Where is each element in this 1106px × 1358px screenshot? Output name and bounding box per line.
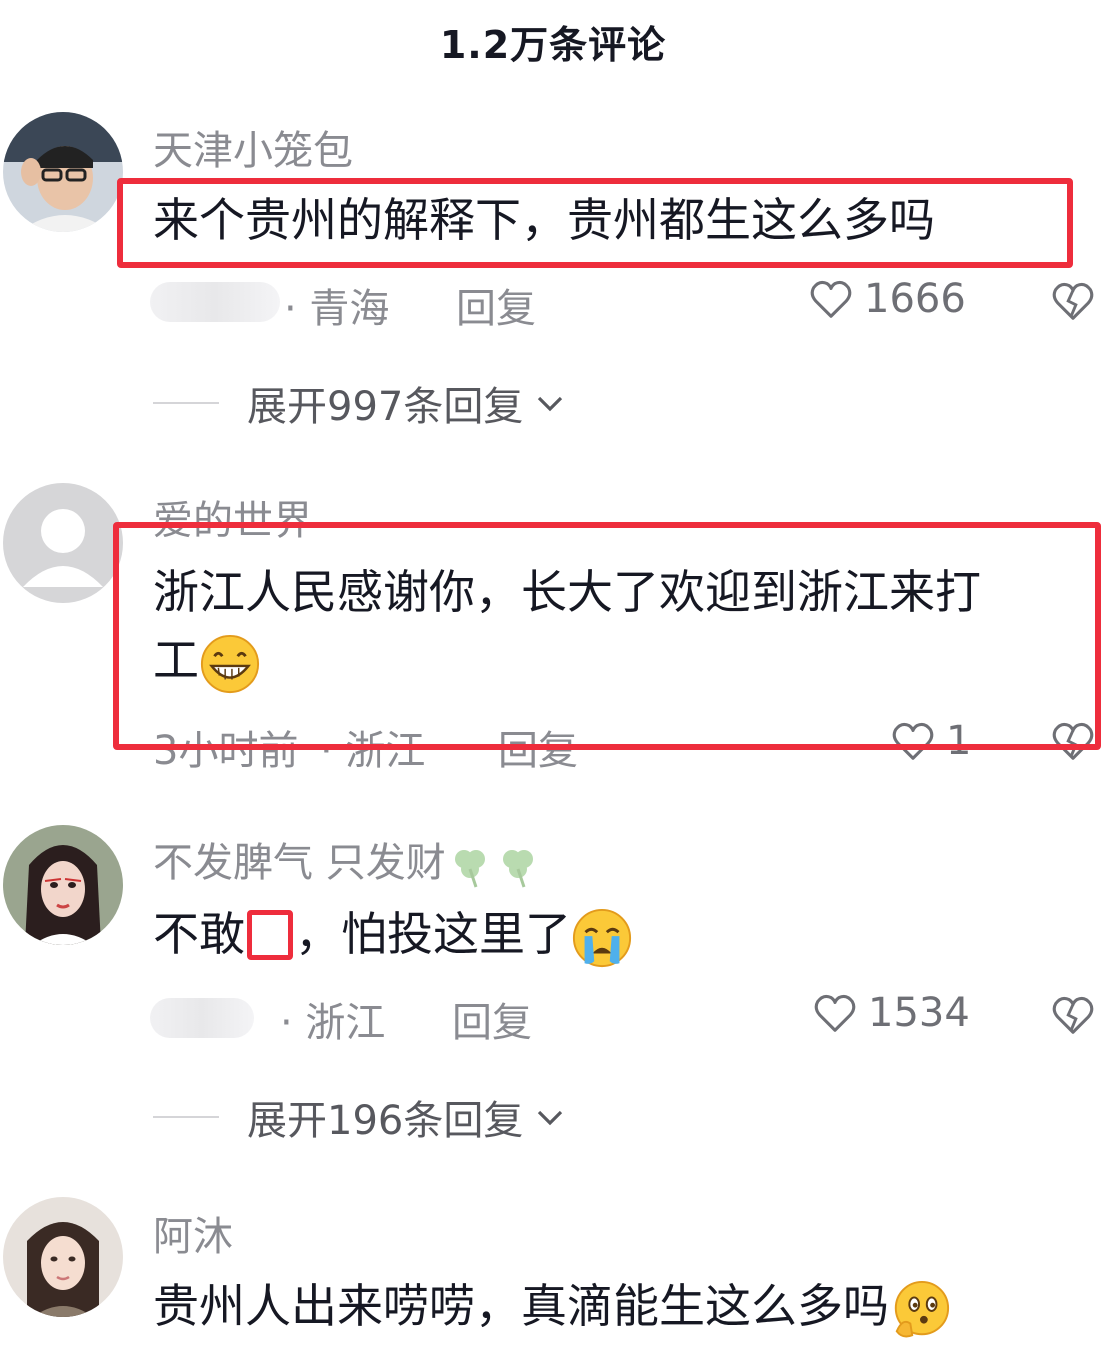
- divider-line: [153, 1116, 219, 1118]
- blurred-date: [150, 282, 280, 322]
- broken-heart-icon[interactable]: [1050, 278, 1096, 324]
- comment-text: 不敢 ，怕投这里了: [153, 902, 633, 969]
- chevron-down-icon: [538, 1110, 563, 1126]
- censored-character-box: [247, 909, 293, 960]
- comment-count-title: 1.2万条评论: [439, 23, 667, 67]
- clover-icon: [454, 850, 485, 888]
- comment-text: 贵州人出来唠唠，真滴能生这么多吗: [153, 1274, 951, 1341]
- crying-emoji-icon: [572, 908, 632, 967]
- blurred-date: [150, 998, 254, 1038]
- comment-username[interactable]: 天津小笼包: [153, 118, 353, 176]
- chevron-down-icon: [538, 396, 563, 412]
- avatar[interactable]: [3, 825, 123, 945]
- divider-line: [153, 402, 219, 404]
- highlight-mask: [119, 528, 1095, 744]
- comment-username[interactable]: 阿沐: [153, 1204, 233, 1262]
- clover-icon: [502, 850, 533, 888]
- reply-button[interactable]: 回复: [456, 276, 536, 334]
- reply-button[interactable]: 回复: [452, 990, 532, 1048]
- heart-outline-icon: [810, 280, 852, 318]
- avatar[interactable]: [3, 483, 123, 603]
- comment-username[interactable]: 不发脾气 只发财: [153, 830, 542, 889]
- comment-location: · 青海: [284, 286, 390, 332]
- expand-replies-button[interactable]: 展开196条回复: [153, 1088, 567, 1146]
- avatar[interactable]: [3, 1197, 123, 1317]
- highlight-box: [117, 178, 1073, 268]
- broken-heart-icon[interactable]: [1050, 992, 1096, 1038]
- heart-outline-icon: [814, 994, 856, 1032]
- expand-replies-label: 展开196条回复: [247, 1098, 524, 1144]
- expand-replies-button[interactable]: 展开997条回复: [153, 374, 567, 432]
- like-count: 1666: [864, 276, 966, 322]
- avatar[interactable]: [3, 112, 123, 232]
- like-button[interactable]: 1534: [812, 990, 970, 1036]
- thinking-emoji-icon: [894, 1280, 950, 1337]
- comment-location: · 浙江: [280, 1000, 386, 1046]
- like-count: 1534: [868, 990, 970, 1036]
- like-button[interactable]: 1666: [808, 276, 966, 322]
- expand-replies-label: 展开997条回复: [247, 384, 524, 430]
